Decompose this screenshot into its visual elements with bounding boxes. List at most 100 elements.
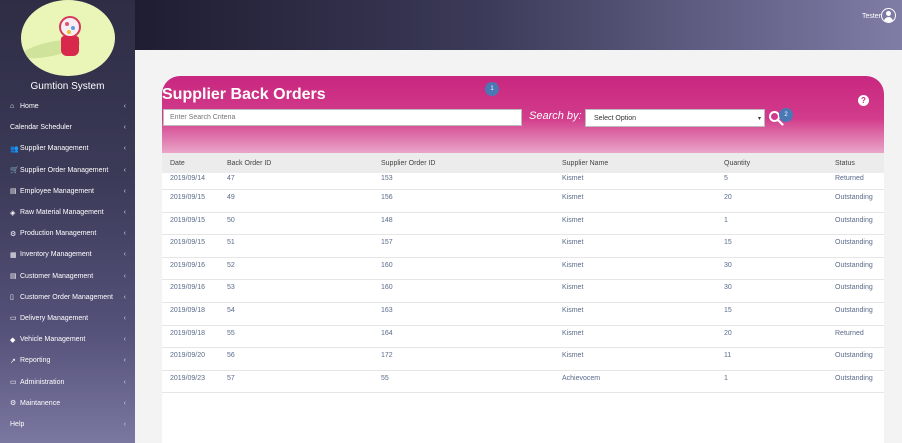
cell-status: Outstanding — [835, 194, 873, 201]
cell-quantity: 15 — [724, 306, 732, 314]
cell-supplier-order-id: 163 — [381, 306, 393, 314]
sidebar-item-maintanence[interactable]: ⚙ Maintanence ‹ — [0, 393, 135, 414]
col-header-status[interactable]: Status — [835, 160, 855, 167]
cell-supplier-order-id: 157 — [381, 239, 393, 247]
sidebar-item-label: Help — [10, 420, 25, 428]
sidebar-item-label: Maintanence — [20, 399, 61, 407]
sidebar-item-supplier-order-management[interactable]: 🛒 Supplier Order Management ‹ — [0, 160, 135, 181]
table-row[interactable]: 2019/09/15 50 148 Kismet 1 Outstanding — [162, 213, 884, 236]
cell-supplier-order-id: 148 — [381, 216, 393, 224]
sidebar-item-inventory-management[interactable]: ▦ Inventory Management ‹ — [0, 244, 135, 265]
table-row[interactable]: 2019/09/15 51 157 Kismet 15 Outstanding — [162, 235, 884, 258]
sidebar-item-administration[interactable]: ▭ Administration ‹ — [0, 371, 135, 392]
delivery-truck-icon: ▭ — [10, 315, 17, 323]
cell-status: Outstanding — [835, 239, 873, 247]
table-body: 2019/09/14 47 153 Kismet 5 Returned 2019/09/15… — [162, 173, 884, 394]
cell-status: Outstanding — [835, 261, 873, 269]
chevron-left-icon: ‹ — [123, 145, 126, 153]
inventory-icon: ▦ — [10, 251, 17, 259]
cogs-icon: ⚙ — [10, 230, 17, 238]
table-row[interactable]: 2019/09/18 55 164 Kismet 20 Returned — [162, 326, 884, 349]
sidebar-item-label: Vehicle Management — [20, 336, 86, 344]
select-value: Select Option — [594, 114, 637, 122]
chevron-left-icon: ‹ — [123, 378, 126, 386]
car-icon: ◆ — [10, 336, 16, 344]
table-row[interactable]: 2019/09/16 53 160 Kismet 30 Outstanding — [162, 280, 884, 303]
cell-supplier-name: Kismet — [562, 175, 584, 182]
cell-status: Outstanding — [835, 352, 873, 360]
col-header-back-order-id[interactable]: Back Order ID — [227, 160, 271, 167]
cell-supplier-name: Kismet — [562, 306, 584, 314]
cell-status: Outstanding — [835, 374, 873, 382]
sidebar-item-home[interactable]: ⌂ Home ‹ — [0, 96, 135, 117]
truck-icon: 🛒 — [10, 167, 19, 175]
step-badge-2: 2 — [779, 108, 793, 122]
cell-date: 2019/09/15 — [170, 216, 206, 224]
sidebar-item-employee-management[interactable]: ▤ Employee Management ‹ — [0, 181, 135, 202]
back-orders-panel: Supplier Back Orders 1 ? Search by: Sele… — [162, 76, 884, 443]
chevron-left-icon: ‹ — [123, 314, 126, 322]
cell-date: 2019/09/18 — [170, 329, 206, 337]
cell-date: 2019/09/16 — [170, 284, 206, 292]
cell-back-order-id: 51 — [227, 239, 235, 247]
sidebar-item-label: Customer Order Management — [20, 293, 113, 301]
cell-supplier-name: Kismet — [562, 284, 584, 292]
col-header-supplier-name[interactable]: Supplier Name — [562, 160, 608, 167]
chevron-left-icon: ‹ — [123, 230, 126, 238]
sidebar-item-label: Home — [20, 103, 39, 111]
panel-header: Supplier Back Orders 1 ? Search by: Sele… — [162, 76, 884, 153]
table-row[interactable]: 2019/09/16 52 160 Kismet 30 Outstanding — [162, 258, 884, 281]
cell-status: Outstanding — [835, 284, 873, 292]
sidebar-item-customer-management[interactable]: ▤ Customer Management ‹ — [0, 266, 135, 287]
table-row[interactable]: 2019/09/18 54 163 Kismet 15 Outstanding — [162, 303, 884, 326]
search-by-select[interactable]: Select Option ▾ — [585, 109, 765, 127]
cell-supplier-name: Kismet — [562, 352, 584, 360]
sidebar-item-supplier-management[interactable]: 👥 Supplier Management ‹ — [0, 138, 135, 159]
sidebar-item-label: Customer Management — [20, 272, 94, 280]
cell-supplier-order-id: 156 — [381, 194, 393, 201]
cell-date: 2019/09/18 — [170, 306, 206, 314]
cell-back-order-id: 50 — [227, 216, 235, 224]
page-title: Supplier Back Orders — [162, 86, 326, 103]
table-row[interactable]: 2019/09/20 56 172 Kismet 11 Outstanding — [162, 348, 884, 371]
sidebar-item-label: Reporting — [20, 357, 51, 365]
cell-supplier-order-id: 160 — [381, 261, 393, 269]
help-icon[interactable]: ? — [858, 95, 869, 106]
home-icon: ⌂ — [10, 103, 15, 111]
sidebar-item-delivery-management[interactable]: ▭ Delivery Management ‹ — [0, 308, 135, 329]
cell-back-order-id: 53 — [227, 284, 235, 292]
col-header-date[interactable]: Date — [170, 160, 185, 167]
user-name[interactable]: Tester — [862, 13, 881, 20]
sidebar-item-customer-order-management[interactable]: ▯ Customer Order Management ‹ — [0, 287, 135, 308]
search-input[interactable] — [163, 109, 522, 126]
user-avatar-icon[interactable] — [881, 8, 896, 23]
sidebar: Gumtion System ⌂ Home ‹ Calendar Scheduler ‹… — [0, 0, 135, 443]
cell-supplier-name: Kismet — [562, 194, 584, 201]
table-row[interactable]: 2019/09/14 47 153 Kismet 5 Returned — [162, 173, 884, 190]
sidebar-item-raw-material-management[interactable]: ◈ Raw Material Management ‹ — [0, 202, 135, 223]
table-row[interactable]: 2019/09/23 57 55 Achievocem 1 Outstanding — [162, 371, 884, 394]
col-header-quantity[interactable]: Quantity — [724, 160, 750, 167]
chevron-left-icon: ‹ — [123, 166, 126, 174]
table-row[interactable]: 2019/09/15 49 156 Kismet 20 Outstanding — [162, 190, 884, 213]
chevron-left-icon: ‹ — [123, 399, 126, 407]
sidebar-item-production-management[interactable]: ⚙ Production Management ‹ — [0, 223, 135, 244]
cell-date: 2019/09/15 — [170, 239, 206, 247]
step-badge-1: 1 — [485, 82, 499, 96]
cell-supplier-order-id: 164 — [381, 329, 393, 337]
sidebar-menu: ⌂ Home ‹ Calendar Scheduler ‹ 👥 Supplier Manag… — [0, 96, 135, 435]
cell-back-order-id: 57 — [227, 374, 235, 382]
sidebar-item-vehicle-management[interactable]: ◆ Vehicle Management ‹ — [0, 329, 135, 350]
sidebar-item-reporting[interactable]: ↗ Reporting ‹ — [0, 350, 135, 371]
cell-quantity: 11 — [724, 352, 732, 360]
sidebar-item-help[interactable]: Help ‹ — [0, 414, 135, 435]
sidebar-item-calendar-scheduler[interactable]: Calendar Scheduler ‹ — [0, 117, 135, 138]
chevron-left-icon: ‹ — [123, 187, 126, 195]
cell-supplier-order-id: 55 — [381, 374, 389, 382]
sidebar-item-label: Production Management — [20, 230, 97, 238]
cell-supplier-name: Kismet — [562, 261, 584, 269]
sidebar-item-label: Employee Management — [20, 187, 94, 195]
cell-supplier-order-id: 153 — [381, 175, 393, 182]
cell-date: 2019/09/20 — [170, 352, 206, 360]
col-header-supplier-order-id[interactable]: Supplier Order ID — [381, 160, 435, 167]
